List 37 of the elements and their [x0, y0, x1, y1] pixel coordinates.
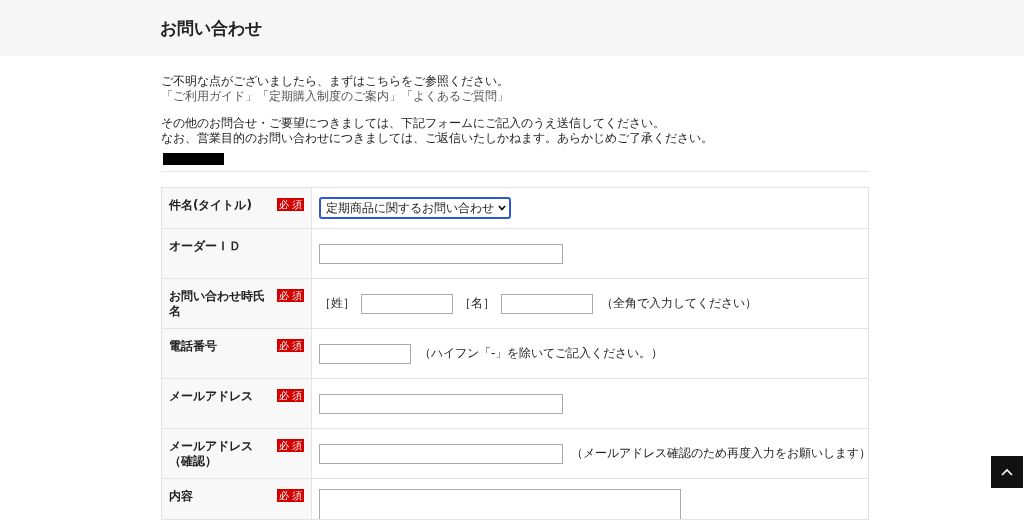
required-badge: 必 須 — [276, 389, 304, 402]
field-label: 内容 — [169, 489, 194, 504]
input-field[interactable] — [319, 343, 411, 364]
input-field[interactable] — [319, 393, 563, 414]
field-label: メールアドレス（確認） — [169, 439, 254, 469]
field-label: お問い合わせ時氏名 — [169, 289, 266, 319]
text-area[interactable] — [319, 489, 681, 519]
help-link[interactable]: 「定期購入制度のご案内」 — [257, 89, 401, 103]
input-field[interactable] — [319, 243, 563, 264]
required-badge: 必 須 — [276, 198, 304, 211]
input-field[interactable] — [501, 293, 593, 314]
field-label: オーダーＩＤ — [169, 239, 242, 254]
field-note: （全角で入力してください） — [601, 295, 757, 312]
help-link[interactable]: 「よくあるご質問」 — [401, 89, 509, 103]
input-field[interactable] — [319, 443, 563, 464]
required-badge: 必 須 — [276, 439, 304, 452]
field-label: 件名(タイトル) — [169, 198, 253, 213]
back-to-top-button[interactable] — [991, 456, 1023, 488]
page-title: お問い合わせ — [160, 16, 262, 40]
field-label: メールアドレス — [169, 389, 254, 404]
required-badge: 必 須 — [276, 339, 304, 352]
intro-text: ご不明な点がございましたら、まずはこちらをご参照ください。 — [161, 74, 510, 89]
required-badge: 必 須 — [276, 289, 304, 302]
field-sublabel: ［名］ — [459, 295, 495, 312]
required-badge: 必 須 — [276, 489, 304, 502]
redaction-bar — [163, 153, 224, 165]
field-label: 電話番号 — [169, 339, 218, 354]
input-field[interactable] — [361, 293, 453, 314]
chevron-up-icon — [1001, 468, 1013, 476]
intro-text: なお、営業目的のお問い合わせにつきましては、ご返信いたしかねます。あらかじめご了承ください。 — [161, 131, 714, 146]
subject-select[interactable]: 定期商品に関するお問い合わせ — [319, 197, 511, 219]
field-sublabel: ［姓］ — [319, 295, 355, 312]
caret-icon — [498, 205, 506, 211]
field-note: （メールアドレス確認のため再度入力をお願いします） — [571, 445, 871, 462]
intro-text: その他のお問合せ・ご要望につきましては、下記フォームにご記入のうえ送信してください。 — [161, 116, 666, 131]
help-link[interactable]: 「ご利用ガイド」 — [161, 89, 257, 103]
field-note: （ハイフン「-」を除いてご記入ください。） — [419, 345, 664, 362]
